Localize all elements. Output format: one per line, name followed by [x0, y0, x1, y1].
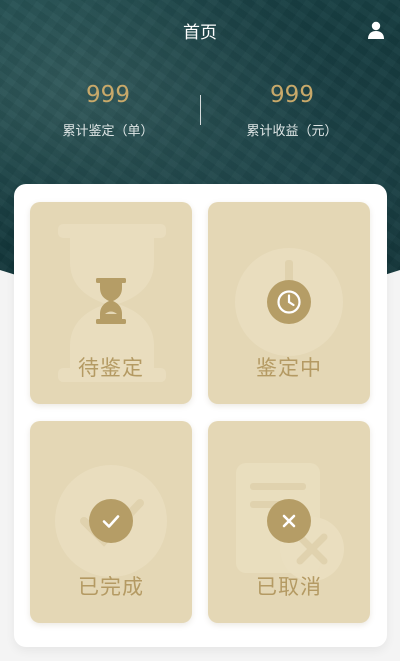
card-completed[interactable]: 已完成 — [30, 421, 192, 623]
stat-value: 999 — [86, 82, 130, 108]
card-label: 待鉴定 — [78, 356, 144, 380]
card-label: 已取消 — [256, 575, 322, 599]
card-label: 已完成 — [78, 575, 144, 599]
cancel-icon — [267, 499, 311, 543]
hourglass-icon — [96, 278, 126, 324]
card-in-progress[interactable]: 鉴定中 — [208, 202, 370, 404]
card-cancelled[interactable]: 已取消 — [208, 421, 370, 623]
card-pending[interactable]: 待鉴定 — [30, 202, 192, 404]
status-panel: 待鉴定 鉴定中 已完成 已取消 — [14, 184, 387, 647]
stat-value: 999 — [270, 82, 314, 108]
stat-label: 累计鉴定（单） — [62, 124, 154, 139]
check-icon — [89, 499, 133, 543]
stat-total-appraisals: 999 累计鉴定（单） — [8, 80, 208, 139]
page-title: 首页 — [183, 23, 217, 43]
clock-icon — [267, 280, 311, 324]
stat-total-earnings: 999 累计收益（元） — [192, 80, 392, 139]
stat-label: 累计收益（元） — [246, 124, 338, 139]
user-icon[interactable] — [366, 20, 386, 40]
stats-divider — [200, 95, 201, 125]
card-label: 鉴定中 — [256, 356, 322, 380]
